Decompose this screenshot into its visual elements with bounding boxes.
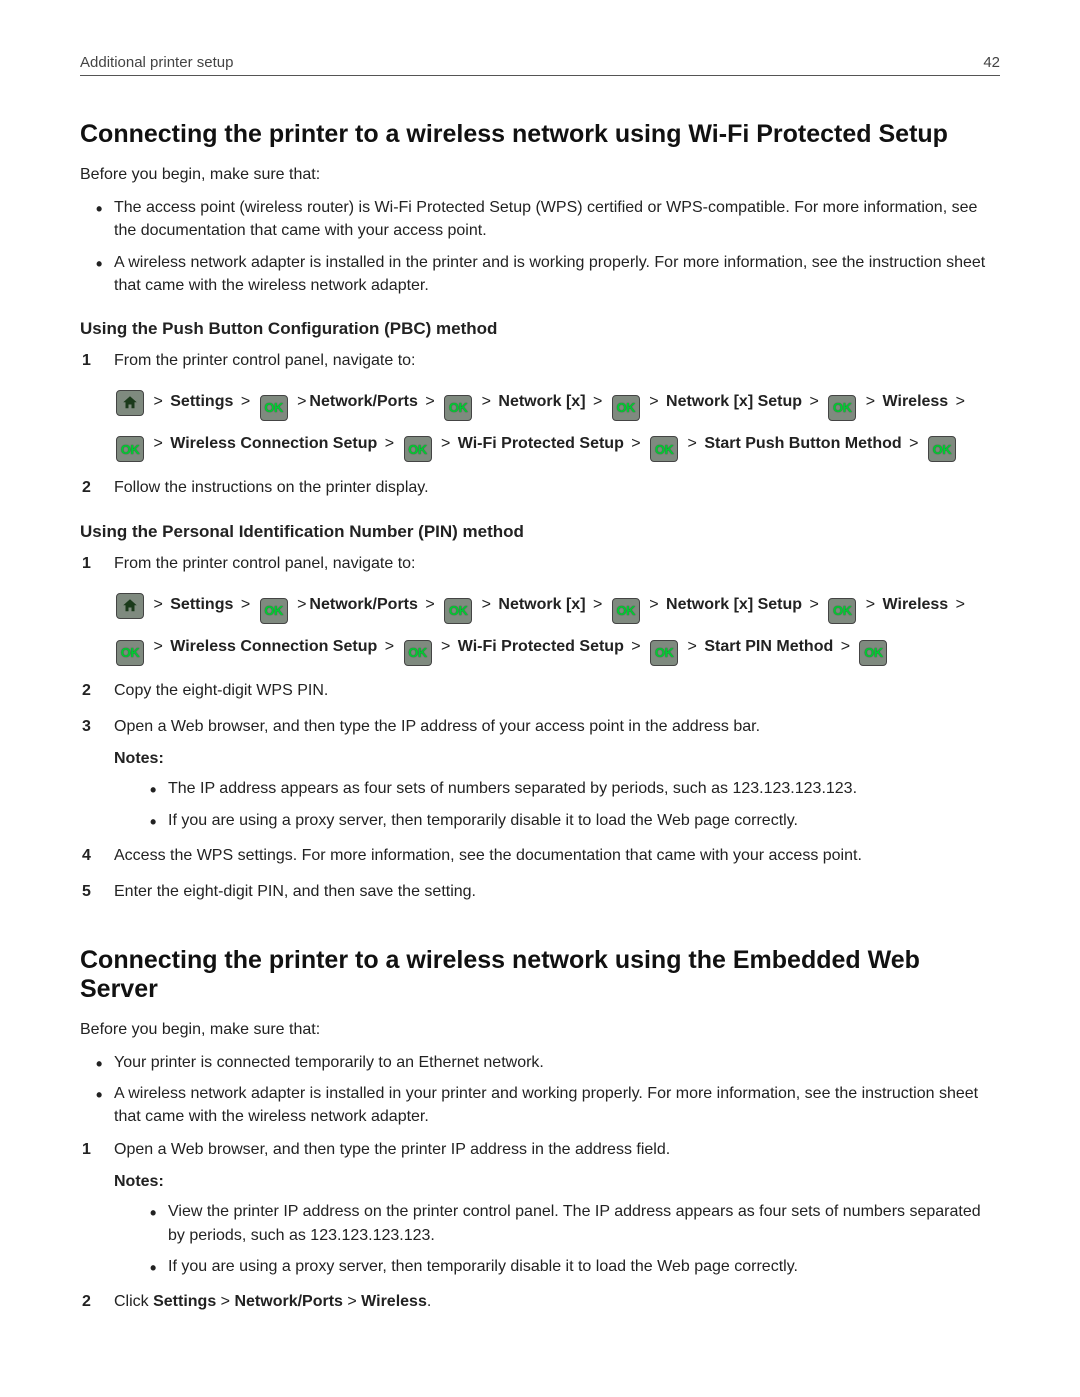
section1-intro: Before you begin, make sure that: [80,163,1000,186]
list-item: If you are using a proxy server, then te… [168,809,1000,832]
list-item: The access point (wireless router) is Wi… [114,196,1000,242]
pbc-heading: Using the Push Button Configuration (PBC… [80,319,1000,339]
ok-icon: OK [116,640,144,666]
pbc-step-1: From the printer control panel, navigate… [80,349,1000,464]
ok-icon: OK [650,436,678,462]
list-item: View the printer IP address on the print… [168,1200,1000,1246]
pin-steps: From the printer control panel, navigate… [80,552,1000,904]
ok-icon: OK [444,598,472,624]
pbc-nav-path: > Settings > OK >Network/Ports > OK > Ne… [114,381,1000,464]
ok-icon: OK [260,598,288,624]
ok-icon: OK [404,640,432,666]
section2-title: Connecting the printer to a wireless net… [80,946,1000,1004]
page-header: Additional printer setup 42 [80,54,1000,76]
section2-intro: Before you begin, make sure that: [80,1018,1000,1041]
list-item: The IP address appears as four sets of n… [168,777,1000,800]
pbc-steps: From the printer control panel, navigate… [80,349,1000,500]
list-item: If you are using a proxy server, then te… [168,1255,1000,1278]
pbc-step-2: Follow the instructions on the printer d… [80,476,1000,500]
ok-icon: OK [928,436,956,462]
ews-notes-list: View the printer IP address on the print… [114,1200,1000,1278]
header-page-number: 42 [983,54,1000,71]
ok-icon: OK [404,436,432,462]
ok-icon: OK [116,436,144,462]
ok-icon: OK [444,395,472,421]
section1-title: Connecting the printer to a wireless net… [80,120,1000,149]
ok-icon: OK [650,640,678,666]
ok-icon: OK [260,395,288,421]
home-icon [116,593,144,619]
list-item: A wireless network adapter is installed … [114,251,1000,297]
pin-step-1: From the printer control panel, navigate… [80,552,1000,667]
pin-step-3: Open a Web browser, and then type the IP… [80,715,1000,831]
header-left: Additional printer setup [80,54,233,71]
section2-bullets: Your printer is connected temporarily to… [80,1051,1000,1129]
ok-icon: OK [612,598,640,624]
pin-step-4: Access the WPS settings. For more inform… [80,844,1000,868]
home-icon [116,390,144,416]
ews-steps: Open a Web browser, and then type the pr… [80,1138,1000,1314]
ews-step-1: Open a Web browser, and then type the pr… [80,1138,1000,1278]
notes-label: Notes: [114,747,1000,771]
ok-icon: OK [612,395,640,421]
ok-icon: OK [859,640,887,666]
pin-step-2: Copy the eight‑digit WPS PIN. [80,679,1000,703]
pin-step-5: Enter the eight‑digit PIN, and then save… [80,880,1000,904]
ews-step-2: Click Settings > Network/Ports > Wireles… [80,1290,1000,1314]
pin-notes-list: The IP address appears as four sets of n… [114,777,1000,831]
pin-nav-path: > Settings > OK >Network/Ports > OK > Ne… [114,584,1000,667]
ok-icon: OK [828,598,856,624]
list-item: A wireless network adapter is installed … [114,1082,1000,1128]
list-item: Your printer is connected temporarily to… [114,1051,1000,1074]
ok-icon: OK [828,395,856,421]
notes-label: Notes: [114,1170,1000,1194]
pin-heading: Using the Personal Identification Number… [80,522,1000,542]
section1-bullets: The access point (wireless router) is Wi… [80,196,1000,297]
